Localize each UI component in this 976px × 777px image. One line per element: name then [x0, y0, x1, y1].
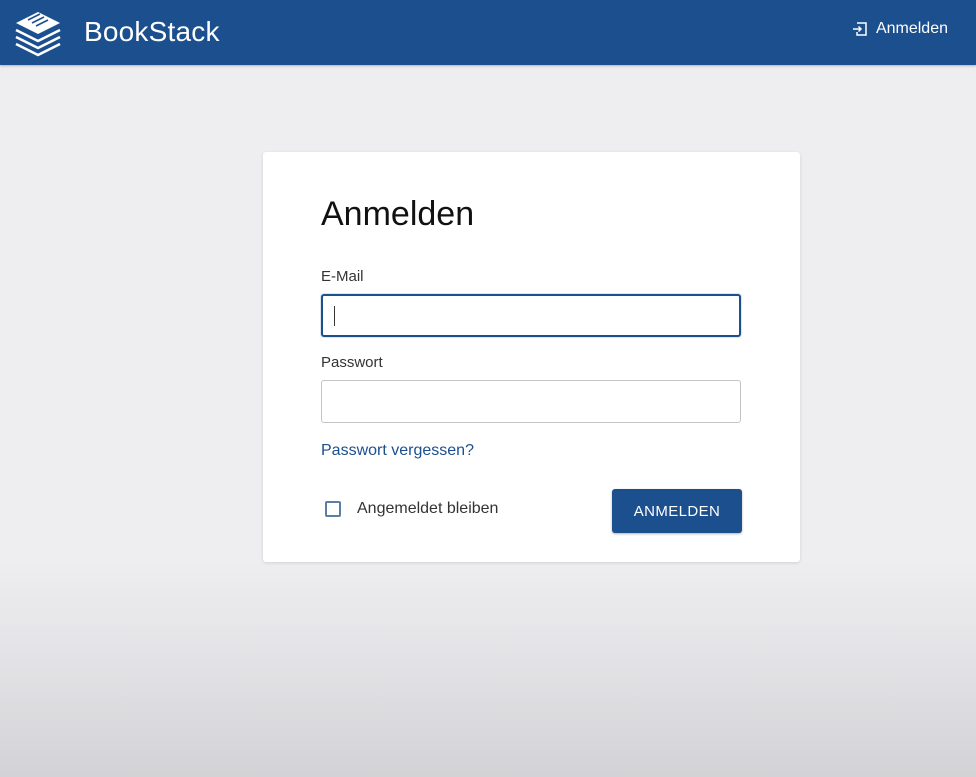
brand-link[interactable]: BookStack	[12, 6, 220, 58]
forgot-password-link[interactable]: Passwort vergessen?	[321, 442, 474, 460]
header-login-link[interactable]: Anmelden	[852, 19, 948, 39]
remember-label: Angemeldet bleiben	[357, 500, 499, 517]
email-input[interactable]	[321, 294, 741, 337]
email-label: E-Mail	[321, 268, 364, 285]
login-card: Anmelden E-Mail Passwort Passwort verges…	[263, 152, 800, 562]
header-login-label: Anmelden	[875, 20, 948, 37]
app-header: BookStack Anmelden	[0, 0, 976, 65]
app-name: BookStack	[84, 16, 220, 47]
book-stack-icon	[15, 12, 61, 57]
password-input[interactable]	[321, 380, 741, 423]
remember-me[interactable]: Angemeldet bleiben	[325, 500, 498, 518]
login-icon	[852, 22, 867, 36]
login-submit-button[interactable]: ANMELDEN	[612, 489, 742, 533]
text-cursor	[334, 306, 335, 326]
password-label: Passwort	[321, 354, 383, 371]
page-title: Anmelden	[321, 195, 475, 233]
remember-checkbox[interactable]	[325, 501, 341, 517]
